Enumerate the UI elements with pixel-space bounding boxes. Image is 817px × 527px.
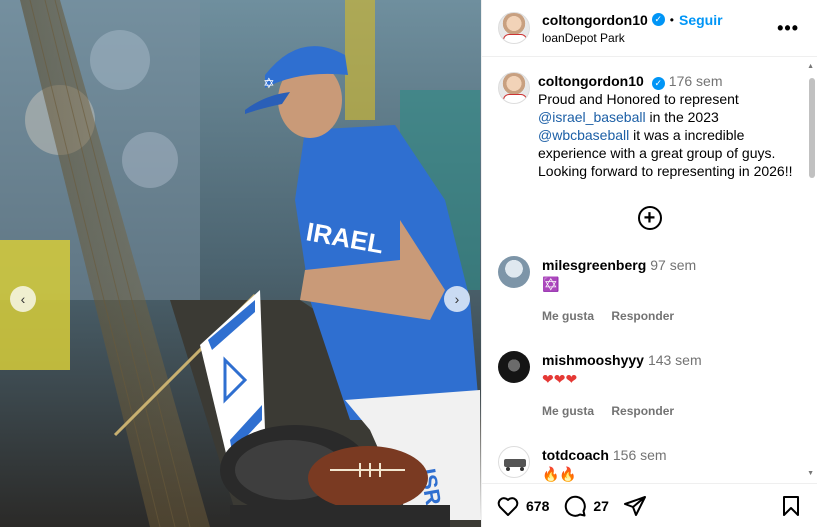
reply-button[interactable]: Responder (611, 404, 674, 418)
commenter-avatar[interactable] (498, 351, 530, 383)
comment-time: 156 sem (612, 447, 667, 463)
author-info: coltongordon10 ✓ • Seguir loanDepot Park (542, 12, 723, 45)
post-location[interactable]: loanDepot Park (542, 31, 723, 45)
bookmark-icon (783, 495, 799, 516)
like-comment-button[interactable]: Me gusta (542, 309, 594, 323)
photo-illustration: ISRAEL ✡ IRAEL (0, 0, 481, 527)
comments-count[interactable]: 27 (593, 498, 609, 514)
likes-count[interactable]: 678 (526, 498, 549, 514)
caption-text-2: in the 2023 (645, 109, 719, 125)
post-actions-bar: 678 27 (482, 483, 817, 527)
post-photo[interactable]: ISRAEL ✡ IRAEL ‹ › (0, 0, 481, 527)
separator-dot: • (669, 12, 674, 27)
post-sidebar: coltongordon10 ✓ • Seguir loanDepot Park… (481, 0, 817, 527)
commenter-avatar[interactable] (498, 256, 530, 288)
reply-button[interactable]: Responder (611, 309, 674, 323)
add-comment-icon[interactable]: + (637, 206, 662, 230)
comment-text: ✡️ (542, 276, 560, 292)
prev-photo-button[interactable]: ‹ (10, 286, 36, 312)
comment-button[interactable] (563, 494, 587, 518)
comment-item: totdcoach 156 sem 🔥🔥 (498, 446, 801, 483)
next-photo-button[interactable]: › (444, 286, 470, 312)
post-caption: coltongordon10 ✓ 176 sem Proud and Honored… (498, 72, 801, 180)
comment-username[interactable]: mishmooshyyy (542, 352, 644, 368)
more-options-icon[interactable]: ••• (777, 18, 799, 39)
comment-icon (565, 495, 587, 517)
verified-badge-icon: ✓ (651, 13, 665, 26)
comment-time: 143 sem (647, 352, 702, 368)
verified-badge-icon: ✓ (651, 77, 665, 90)
caption-username[interactable]: coltongordon10 (538, 73, 644, 89)
like-comment-button[interactable]: Me gusta (542, 404, 594, 418)
like-button[interactable] (496, 494, 520, 518)
caption-time: 176 sem (668, 73, 723, 89)
comments-section: coltongordon10 ✓ 176 sem Proud and Honored… (482, 58, 817, 483)
post-header: coltongordon10 ✓ • Seguir loanDepot Park… (482, 0, 817, 57)
save-button[interactable] (779, 494, 803, 518)
commenter-avatar[interactable] (498, 446, 530, 478)
comment-time: 97 sem (650, 257, 697, 273)
comment-text: 🔥🔥 (542, 466, 577, 482)
svg-text:✡: ✡ (263, 76, 275, 92)
chevron-right-icon: › (454, 291, 460, 307)
author-username[interactable]: coltongordon10 (542, 12, 648, 28)
share-icon (623, 495, 646, 516)
comment-username[interactable]: totdcoach (542, 447, 609, 463)
mention-israel-baseball[interactable]: @israel_baseball (538, 109, 646, 125)
caption-author-avatar[interactable] (498, 72, 530, 104)
comment-username[interactable]: milesgreenberg (542, 257, 646, 273)
chevron-left-icon: ‹ (20, 291, 26, 307)
share-button[interactable] (623, 494, 647, 518)
caption-body: coltongordon10 ✓ 176 sem Proud and Honored… (538, 72, 798, 180)
comment-item: mishmooshyyy 143 sem ❤❤❤ Me gusta Respond… (498, 351, 801, 420)
mention-wbcbaseball[interactable]: @wbcbaseball (538, 127, 629, 143)
follow-button[interactable]: Seguir (679, 12, 723, 28)
heart-icon (497, 496, 519, 516)
caption-text-1: Proud and Honored to represent (538, 91, 739, 107)
comment-item: milesgreenberg 97 sem ✡️ Me gusta Respond… (498, 256, 801, 325)
author-avatar[interactable] (498, 12, 530, 44)
comment-text: ❤❤❤ (542, 371, 578, 387)
